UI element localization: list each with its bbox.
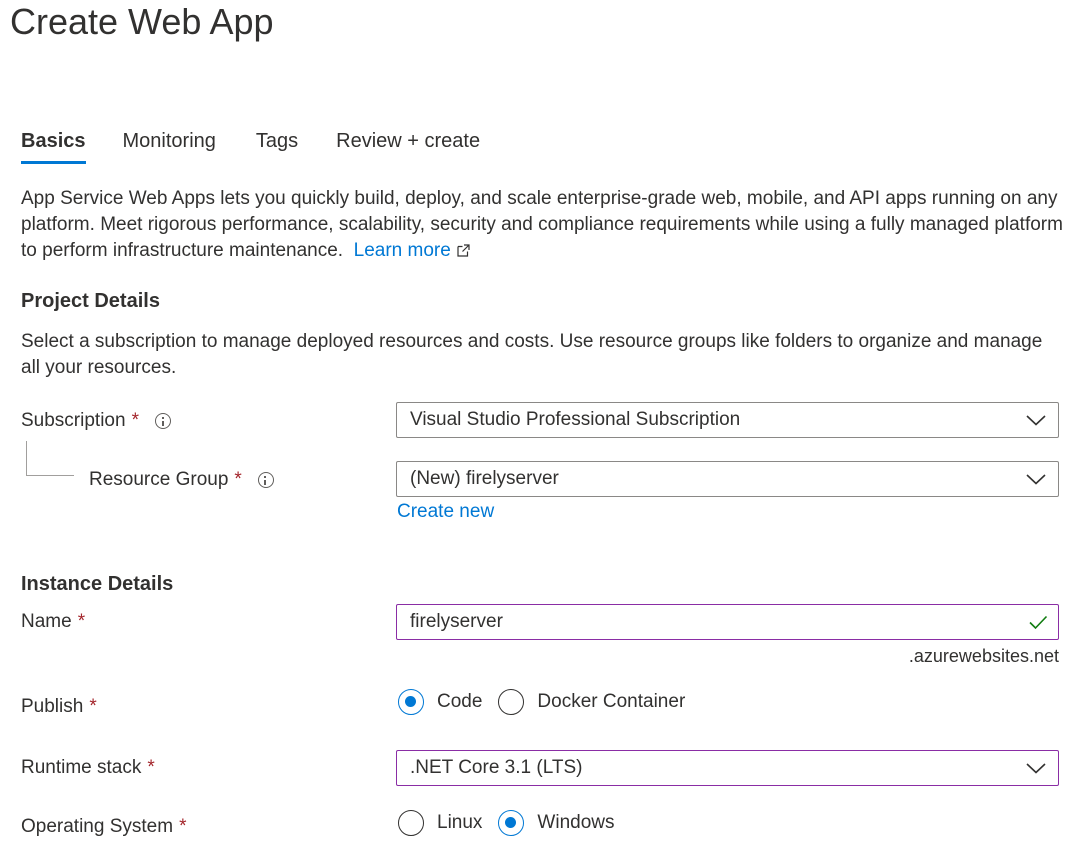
name-value: firelyserver bbox=[410, 611, 503, 632]
page-title: Create Web App bbox=[10, 1, 274, 42]
external-link-icon bbox=[457, 244, 470, 257]
tree-connector-horizontal bbox=[26, 475, 74, 476]
runtime-stack-dropdown[interactable]: .NET Core 3.1 (LTS) bbox=[396, 750, 1059, 786]
domain-suffix: .azurewebsites.net bbox=[908, 646, 1059, 666]
project-details-heading: Project Details bbox=[21, 290, 160, 312]
runtime-stack-value: .NET Core 3.1 (LTS) bbox=[410, 757, 583, 778]
info-icon[interactable] bbox=[257, 472, 274, 488]
resource-group-value: (New) firelyserver bbox=[410, 468, 559, 489]
required-marker: * bbox=[147, 757, 155, 778]
info-icon[interactable] bbox=[154, 413, 171, 429]
create-new-link[interactable]: Create new bbox=[397, 499, 494, 525]
subscription-label-row: Subscription * bbox=[21, 407, 171, 435]
resource-group-dropdown[interactable]: (New) firelyserver bbox=[396, 461, 1059, 497]
learn-more-label: Learn more bbox=[353, 240, 451, 261]
required-marker: * bbox=[131, 410, 139, 431]
tab-tags[interactable]: Tags bbox=[256, 126, 298, 156]
tree-connector-vertical bbox=[26, 441, 27, 475]
subscription-value: Visual Studio Professional Subscription bbox=[410, 409, 741, 430]
os-linux-label[interactable]: Linux bbox=[437, 812, 482, 834]
resource-group-label: Resource Group bbox=[89, 469, 229, 490]
name-label: Name bbox=[21, 611, 72, 632]
checkmark-icon bbox=[1029, 615, 1048, 630]
chevron-down-icon bbox=[1026, 474, 1046, 485]
subscription-label: Subscription bbox=[21, 410, 126, 431]
tab-basics[interactable]: Basics bbox=[21, 126, 86, 164]
required-marker: * bbox=[234, 469, 242, 490]
operating-system-label-row: Operating System * bbox=[21, 813, 186, 841]
required-marker: * bbox=[89, 696, 97, 717]
os-windows-label[interactable]: Windows bbox=[537, 812, 614, 834]
publish-label: Publish bbox=[21, 696, 84, 717]
publish-docker-radio[interactable] bbox=[498, 689, 525, 715]
instance-details-heading: Instance Details bbox=[21, 573, 174, 595]
required-marker: * bbox=[77, 611, 86, 632]
runtime-stack-label-row: Runtime stack * bbox=[21, 754, 155, 782]
os-linux-radio[interactable] bbox=[398, 810, 424, 836]
tab-bar: Basics Monitoring Tags Review + create bbox=[21, 126, 480, 164]
intro-text: App Service Web Apps lets you quickly bu… bbox=[21, 188, 1063, 261]
chevron-down-icon bbox=[1026, 415, 1046, 426]
publish-docker-label[interactable]: Docker Container bbox=[537, 691, 685, 713]
operating-system-label: Operating System bbox=[21, 816, 174, 837]
intro-paragraph: App Service Web Apps lets you quickly bu… bbox=[21, 186, 1066, 264]
learn-more-link[interactable]: Learn more bbox=[354, 240, 470, 261]
publish-radio-group: Code Docker Container bbox=[398, 689, 701, 715]
publish-code-label[interactable]: Code bbox=[437, 691, 482, 713]
tab-monitoring[interactable]: Monitoring bbox=[123, 126, 216, 156]
resource-group-label-row: Resource Group * bbox=[89, 466, 274, 494]
chevron-down-icon bbox=[1026, 763, 1046, 774]
publish-code-radio[interactable] bbox=[398, 689, 424, 715]
subscription-dropdown[interactable]: Visual Studio Professional Subscription bbox=[396, 402, 1059, 438]
required-marker: * bbox=[179, 816, 187, 837]
tab-review-create[interactable]: Review + create bbox=[336, 126, 480, 156]
project-details-description: Select a subscription to manage deployed… bbox=[21, 331, 1043, 378]
runtime-stack-label: Runtime stack bbox=[21, 757, 142, 778]
operating-system-radio-group: Linux Windows bbox=[398, 810, 631, 836]
os-windows-radio[interactable] bbox=[498, 810, 525, 836]
publish-label-row: Publish * bbox=[21, 693, 97, 721]
name-input[interactable]: firelyserver bbox=[396, 604, 1059, 640]
name-label-row: Name * bbox=[21, 608, 85, 636]
